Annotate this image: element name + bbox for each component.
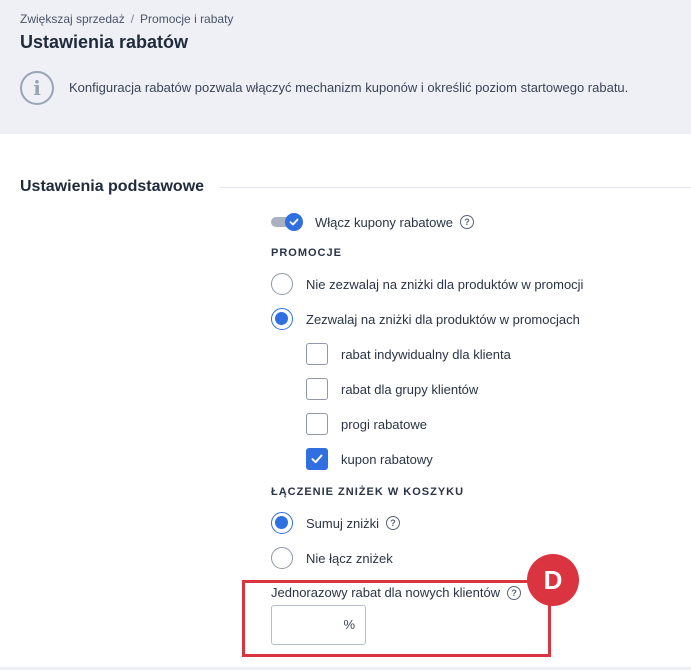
combine-label: ŁĄCZENIE ZNIŻEK W KOSZYKU xyxy=(271,486,465,498)
combine-option-none[interactable]: Nie łącz zniżek xyxy=(271,547,393,569)
checkmark-icon xyxy=(289,218,299,226)
checkbox-label: rabat dla grupy klientów xyxy=(341,381,479,397)
radio-allow[interactable] xyxy=(271,308,293,330)
annotation-badge: D xyxy=(527,554,579,606)
coupons-toggle-row: Włącz kupony rabatowe ? xyxy=(271,213,475,231)
checkbox-label: kupon rabatowy xyxy=(341,451,433,467)
section-title: Ustawienia podstawowe xyxy=(20,178,205,195)
promo-option-disallow[interactable]: Nie zezwalaj na zniżki dla produktów w p… xyxy=(271,273,583,295)
checkbox-thresholds[interactable] xyxy=(306,413,328,435)
new-client-discount-text: Jednorazowy rabat dla nowych klientów xyxy=(271,585,501,600)
radio-disallow[interactable] xyxy=(271,273,293,295)
info-text: Konfiguracja rabatów pozwala włączyć mec… xyxy=(69,80,629,95)
combine-option-label: Nie łącz zniżek xyxy=(306,550,393,566)
percent-unit: % xyxy=(343,617,355,632)
checkbox-label: rabat indywidualny dla klienta xyxy=(341,346,511,362)
question-icon[interactable]: ? xyxy=(385,516,400,530)
checkbox-coupon[interactable] xyxy=(306,448,328,470)
page-title: Ustawienia rabatów xyxy=(20,32,189,52)
checkmark-icon xyxy=(311,454,323,464)
radio-none[interactable] xyxy=(271,547,293,569)
breadcrumb-item-sales[interactable]: Zwiększaj sprzedaż xyxy=(20,12,125,26)
page-header: Zwiększaj sprzedaż / Promocje i rabaty U… xyxy=(0,0,691,134)
promo-option-label: Nie zezwalaj na zniżki dla produktów w p… xyxy=(306,276,584,292)
coupons-toggle[interactable] xyxy=(271,213,303,231)
breadcrumb-separator: / xyxy=(130,12,135,26)
question-icon[interactable]: ? xyxy=(460,215,475,229)
radio-sum[interactable] xyxy=(271,512,293,534)
info-icon: i xyxy=(20,71,54,105)
section-divider xyxy=(220,187,691,188)
toggle-knob xyxy=(285,213,303,231)
new-client-discount-field[interactable]: % xyxy=(271,605,366,645)
discount-input[interactable] xyxy=(272,606,342,644)
checkbox-thresholds-row[interactable]: progi rabatowe xyxy=(306,413,427,435)
promo-option-label: Zezwalaj na zniżki dla produktów w promo… xyxy=(306,311,580,327)
promo-option-allow[interactable]: Zezwalaj na zniżki dla produktów w promo… xyxy=(271,308,580,330)
combine-option-label: Sumuj zniżki xyxy=(306,515,379,531)
checkbox-individual[interactable] xyxy=(306,343,328,365)
breadcrumb: Zwiększaj sprzedaż / Promocje i rabaty xyxy=(20,12,233,26)
checkbox-group-row[interactable]: rabat dla grupy klientów xyxy=(306,378,478,400)
new-client-discount-label: Jednorazowy rabat dla nowych klientów ? xyxy=(271,585,522,600)
checkbox-individual-row[interactable]: rabat indywidualny dla klienta xyxy=(306,343,511,365)
coupons-toggle-label: Włącz kupony rabatowe xyxy=(315,214,454,230)
checkbox-group[interactable] xyxy=(306,378,328,400)
promotions-label: PROMOCJE xyxy=(271,247,342,259)
breadcrumb-item-promotions[interactable]: Promocje i rabaty xyxy=(140,12,233,26)
checkbox-coupon-row[interactable]: kupon rabatowy xyxy=(306,448,433,470)
question-icon[interactable]: ? xyxy=(507,585,522,600)
checkbox-label: progi rabatowe xyxy=(341,416,427,432)
combine-option-sum[interactable]: Sumuj zniżki ? xyxy=(271,512,400,534)
